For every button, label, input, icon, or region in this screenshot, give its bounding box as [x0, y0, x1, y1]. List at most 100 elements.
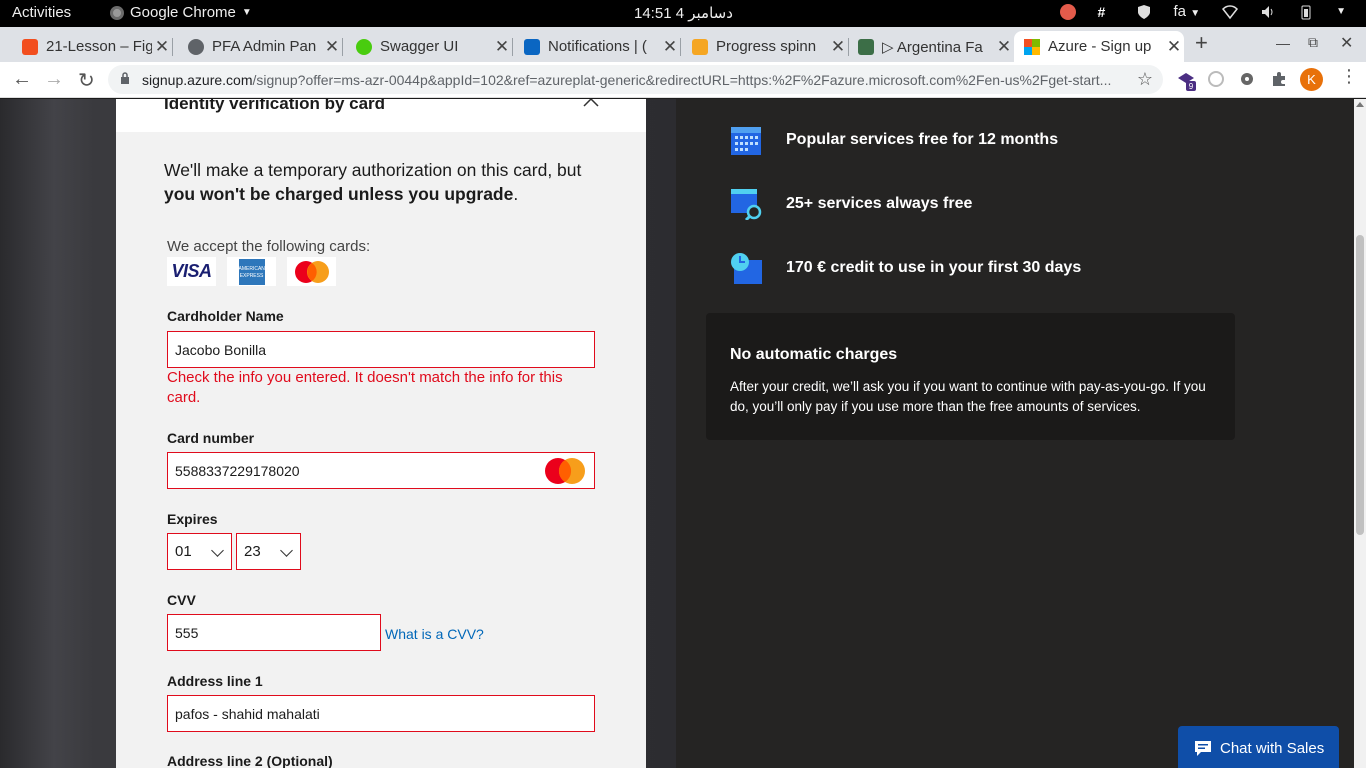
chat-icon [1195, 741, 1211, 756]
expires-month-select[interactable]: 01 [167, 533, 232, 570]
tab-pfa-admin[interactable]: PFA Admin Pan ✕ [172, 31, 343, 62]
cvv-label: CVV [167, 592, 196, 608]
microsoft-icon [1024, 38, 1040, 55]
battery-icon[interactable] [1298, 4, 1314, 20]
tab-title: PFA Admin Pan [212, 38, 317, 55]
chevron-up-icon[interactable] [583, 99, 599, 107]
amex-logo: AMERICAN EXPRESS [227, 257, 276, 286]
page-scrollbar[interactable] [1354, 99, 1366, 768]
close-icon[interactable]: ✕ [828, 37, 848, 57]
tab-title: Progress spinn [716, 38, 817, 55]
restore-button[interactable]: ⧉ [1308, 34, 1318, 51]
app-menu[interactable]: Google Chrome ▼ [110, 4, 252, 21]
scrollbar-thumb[interactable] [1356, 235, 1364, 535]
intro-text: We'll make a temporary authorization on … [164, 160, 582, 204]
signup-form-card: Identity verification by card We'll make… [116, 99, 646, 768]
scroll-up-arrow[interactable] [1356, 102, 1364, 107]
minimize-button[interactable]: — [1276, 35, 1290, 51]
benefit-text: 170 € credit to use in your first 30 day… [786, 259, 1082, 276]
menu-icon[interactable]: ⋮ [1340, 66, 1358, 87]
wifi-icon[interactable] [1222, 4, 1239, 20]
tab-title: ▷ Argentina Fa [882, 38, 983, 56]
lock-icon [121, 72, 129, 84]
card-number-value: 5588337229178020 [175, 463, 300, 479]
chrome-icon [110, 5, 124, 20]
profile-avatar[interactable]: K [1300, 68, 1323, 91]
slack-icon[interactable]: # [1098, 4, 1114, 20]
tab-azure-signup[interactable]: Azure - Sign up ✕ [1014, 31, 1184, 62]
app-menu-label: Google Chrome [130, 4, 236, 21]
card-number-label: Card number [167, 430, 255, 446]
what-is-cvv-link[interactable]: What is a CVV? [385, 626, 484, 642]
chevron-down-icon[interactable]: ▼ [1336, 6, 1346, 17]
input-language[interactable]: fa ▼ [1174, 3, 1201, 20]
expires-year-value: 23 [244, 543, 261, 560]
cardholder-name-input[interactable]: Jacobo Bonilla [167, 331, 595, 368]
expires-label: Expires [167, 511, 218, 527]
tab-swagger[interactable]: Swagger UI ✕ [342, 31, 513, 62]
tab-title: Notifications | ( [548, 38, 647, 55]
cvv-value: 555 [175, 625, 199, 641]
tab-title: Swagger UI [380, 38, 459, 55]
no-charges-title: No automatic charges [730, 346, 898, 363]
tab-title: Azure - Sign up [1048, 38, 1152, 55]
expires-month-value: 01 [175, 543, 192, 560]
cardholder-name-label: Cardholder Name [167, 308, 284, 324]
close-icon[interactable]: ✕ [322, 37, 342, 57]
mastercard-icon [545, 458, 585, 484]
close-icon[interactable]: ✕ [660, 37, 680, 57]
close-icon[interactable]: ✕ [1164, 37, 1184, 57]
tab-progress-spinner[interactable]: Progress spinn ✕ [680, 31, 849, 62]
reload-button[interactable]: ↻ [78, 68, 95, 93]
tab-linkedin-notifications[interactable]: Notifications | ( ✕ [512, 31, 681, 62]
shield-icon[interactable] [1136, 4, 1152, 20]
activities-button[interactable]: Activities [12, 4, 71, 21]
address-line-1-input[interactable]: pafos - shahid mahalati [167, 695, 595, 732]
tab-strip: 21-Lesson – Fig ✕ PFA Admin Pan ✕ Swagge… [0, 27, 1366, 62]
cvv-input[interactable]: 555 [167, 614, 381, 651]
forward-button[interactable]: → [44, 68, 64, 91]
mastercard-logo [287, 257, 336, 286]
tab-figma[interactable]: 21-Lesson – Fig ✕ [0, 31, 173, 62]
keyboard-icon [858, 38, 874, 55]
close-icon[interactable]: ✕ [492, 37, 512, 57]
benefit-item: Popular services free for 12 months [730, 124, 1058, 156]
extension-icon[interactable]: 9 [1176, 70, 1196, 91]
benefit-text: Popular services free for 12 months [786, 131, 1059, 148]
calendar-icon [731, 127, 761, 155]
puzzle-icon[interactable] [1270, 70, 1290, 90]
bookmark-star-icon[interactable]: ☆ [1137, 69, 1153, 90]
figma-icon [22, 38, 38, 55]
back-button[interactable]: ← [12, 68, 32, 91]
page-content: Identity verification by card We'll make… [0, 99, 1366, 768]
clock[interactable]: 14:51 دسامبر 4 [634, 4, 733, 22]
benefit-text: 25+ services always free [786, 195, 973, 212]
chat-with-sales-button[interactable]: Chat with Sales [1178, 726, 1339, 768]
url-text: signup.azure.com/signup?offer=ms-azr-004… [142, 72, 1112, 88]
shield-icon [692, 38, 708, 55]
address-line-1-value: pafos - shahid mahalati [175, 706, 320, 722]
close-window-button[interactable]: ✕ [1340, 33, 1353, 53]
chevron-down-icon [280, 544, 293, 557]
close-icon[interactable]: ✕ [994, 37, 1014, 57]
expires-year-select[interactable]: 23 [236, 533, 301, 570]
address-line-1-label: Address line 1 [167, 673, 263, 689]
address-bar[interactable]: signup.azure.com/signup?offer=ms-azr-004… [108, 65, 1163, 94]
close-icon[interactable]: ✕ [152, 37, 172, 57]
tab-argentina[interactable]: ▷ Argentina Fa ✕ [848, 31, 1014, 62]
svg-text:9: 9 [1189, 82, 1194, 91]
visa-logo: VISA [167, 257, 216, 286]
tab-title: 21-Lesson – Fig [46, 38, 152, 55]
swagger-icon [356, 38, 372, 55]
extension-icon[interactable] [1207, 70, 1227, 90]
new-tab-button[interactable]: + [1195, 30, 1208, 56]
section-header[interactable]: Identity verification by card [116, 99, 646, 132]
benefit-item: 170 € credit to use in your first 30 day… [730, 252, 1081, 284]
cardholder-error-message: Check the info you entered. It doesn't m… [167, 369, 563, 406]
cardholder-name-value: Jacobo Bonilla [175, 342, 267, 358]
globe-icon [188, 38, 204, 55]
volume-icon[interactable] [1260, 4, 1276, 20]
card-number-input[interactable]: 5588337229178020 [167, 452, 595, 489]
extension-icon[interactable] [1238, 70, 1258, 90]
record-icon[interactable] [1059, 3, 1076, 20]
